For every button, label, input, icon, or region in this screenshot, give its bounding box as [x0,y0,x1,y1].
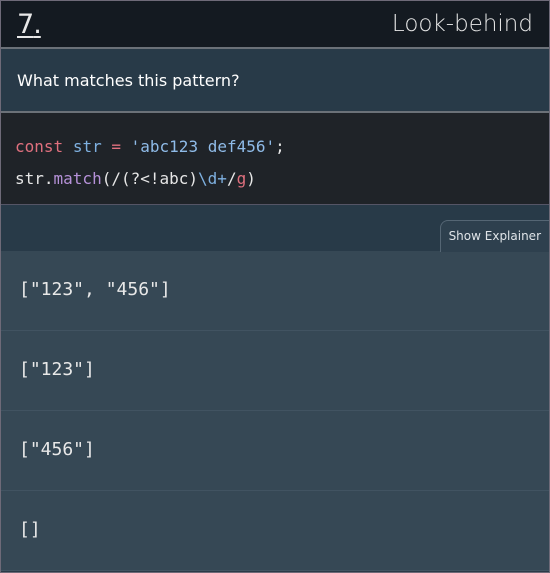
number: 7 [17,9,34,40]
answer-option[interactable]: [] [1,491,549,571]
answer-option[interactable]: ["456"] [1,411,549,491]
code-line-1: const str = 'abc123 def456'; [15,131,535,163]
code-flag: g [236,169,247,188]
code-line-2: str.match(/(?<!abc)\d+/g) [15,163,535,195]
question-title: Look-behind [391,11,533,37]
code-var: str [72,137,102,156]
number-dot: . [33,9,42,40]
code-eq: = [111,137,121,156]
code-fn: match [53,169,102,188]
code-regex: (/(?<!abc) [101,169,199,188]
answer-list: ["123", "456"] ["123"] ["456"] [] [1,251,549,571]
code-semi: ; [275,137,285,156]
show-explainer-button[interactable]: Show Explainer [439,220,549,252]
code-block: const str = 'abc123 def456'; str.match(/… [1,113,549,205]
code-obj: str. [15,169,54,188]
explainer-band: Show Explainer [1,205,549,252]
code-keyword: const [15,137,64,156]
answer-option[interactable]: ["123", "456"] [1,251,549,331]
code-slash: / [226,169,237,188]
question-number: 7. [17,9,42,40]
header: 7. Look-behind [1,1,549,49]
question-prompt: What matches this pattern? [1,49,549,113]
code-close: ) [246,169,256,188]
code-regex-digit: \d+ [198,169,227,188]
code-string: 'abc123 def456' [130,137,276,156]
answer-option[interactable]: ["123"] [1,331,549,411]
